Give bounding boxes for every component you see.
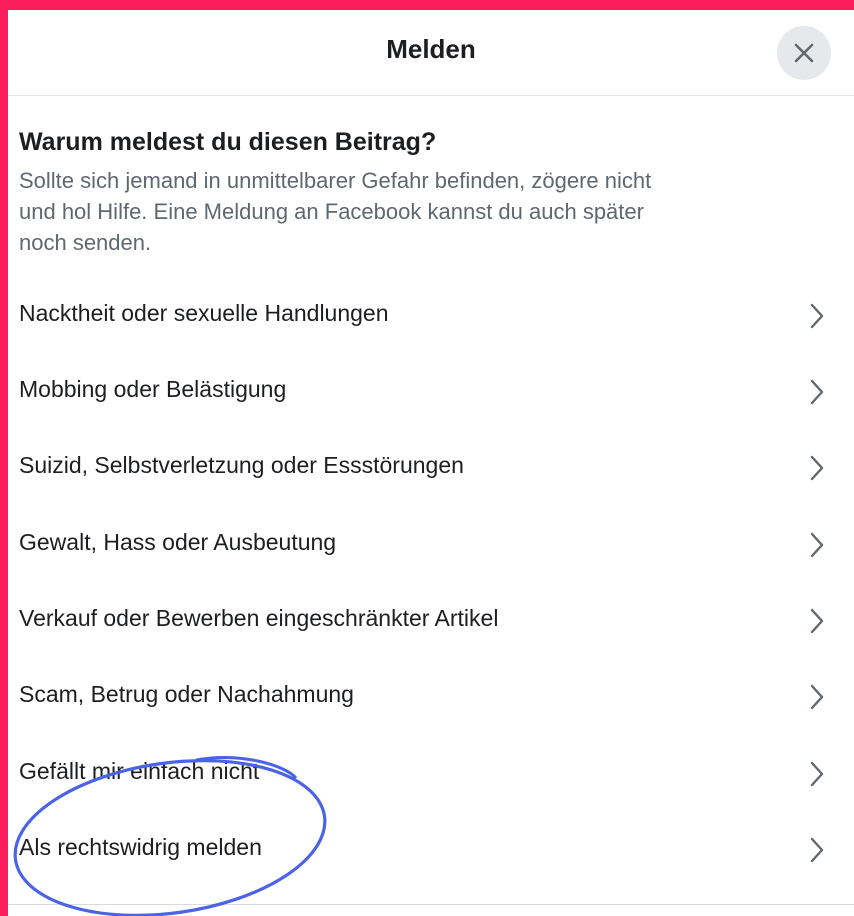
option-label: Mobbing oder Belästigung <box>19 376 287 402</box>
option-bullying[interactable]: Mobbing oder Belästigung <box>8 354 854 430</box>
chevron-right-icon <box>808 607 826 635</box>
option-nudity[interactable]: Nacktheit oder sexuelle Handlungen <box>8 278 854 354</box>
option-scam[interactable]: Scam, Betrug oder Nachahmung <box>8 659 854 735</box>
intro-text-line: und hol Hilfe. Eine Meldung an Facebook … <box>19 199 644 224</box>
option-label: Gefällt mir einfach nicht <box>19 758 260 784</box>
intro-text-line: Sollte sich jemand in unmittelbarer Gefa… <box>19 168 652 193</box>
option-illegal[interactable]: Als rechtswidrig melden <box>8 812 854 888</box>
dialog-title: Melden <box>386 34 476 64</box>
chevron-right-icon <box>808 531 826 559</box>
option-violence[interactable]: Gewalt, Hass oder Ausbeutung <box>8 507 854 583</box>
close-icon <box>794 43 814 63</box>
report-dialog: Melden Warum meldest du diesen Beitrag? … <box>8 10 854 916</box>
chevron-right-icon <box>808 683 826 711</box>
chevron-right-icon <box>808 302 826 330</box>
option-restricted-items[interactable]: Verkauf oder Bewerben eingeschränkter Ar… <box>8 583 854 659</box>
option-label: Scam, Betrug oder Nachahmung <box>19 681 354 707</box>
option-label: Suizid, Selbstverletzung oder Essstörung… <box>19 452 464 478</box>
intro-text: Sollte sich jemand in unmittelbarer Gefa… <box>19 165 819 258</box>
chevron-right-icon <box>808 454 826 482</box>
option-label: Als rechtswidrig melden <box>19 834 262 860</box>
option-suicide[interactable]: Suizid, Selbstverletzung oder Essstörung… <box>8 430 854 506</box>
chevron-right-icon <box>808 760 826 788</box>
intro-section: Warum meldest du diesen Beitrag? Sollte … <box>19 128 819 258</box>
option-label: Gewalt, Hass oder Ausbeutung <box>19 529 337 555</box>
option-label: Nacktheit oder sexuelle Handlungen <box>19 300 389 326</box>
dialog-header: Melden <box>8 10 854 96</box>
chevron-right-icon <box>808 378 826 406</box>
dialog-footer <box>8 904 854 916</box>
option-label: Verkauf oder Bewerben eingeschränkter Ar… <box>19 605 499 631</box>
option-dislike[interactable]: Gefällt mir einfach nicht <box>8 736 854 812</box>
chevron-right-icon <box>808 836 826 864</box>
close-button[interactable] <box>777 26 831 80</box>
intro-heading: Warum meldest du diesen Beitrag? <box>19 128 437 156</box>
intro-text-line: noch senden. <box>19 230 152 255</box>
